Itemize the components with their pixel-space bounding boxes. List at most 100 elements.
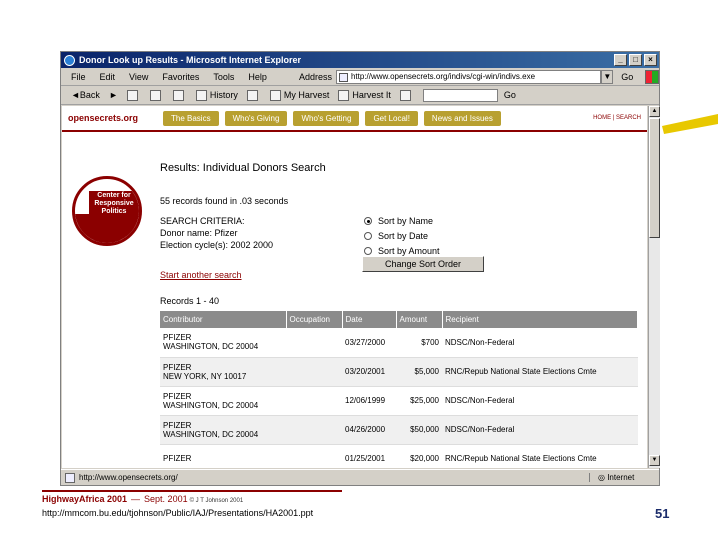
menu-favorites[interactable]: Favorites	[162, 72, 199, 82]
start-another-search-link[interactable]: Start another search	[160, 270, 242, 280]
scroll-up-icon[interactable]: ▲	[649, 106, 660, 117]
menu-edit[interactable]: Edit	[100, 72, 116, 82]
address-text: http://www.opensecrets.org/indivs/cgi-wi…	[350, 71, 536, 81]
back-button[interactable]: ◄ Back	[71, 90, 100, 100]
go-button[interactable]: Go	[621, 72, 633, 82]
status-bar: http://www.opensecrets.org/ ◎ Internet	[61, 469, 659, 485]
forward-button[interactable]: ►	[109, 90, 118, 100]
col-occupation: Occupation	[286, 311, 343, 328]
page-content: opensecrets.org The Basics Who's Giving …	[62, 106, 647, 468]
cell-amount: $50,000	[396, 415, 442, 445]
nav-news-and-issues[interactable]: News and Issues	[423, 110, 501, 126]
vertical-scrollbar[interactable]: ▲ ▼	[648, 106, 660, 468]
sort-by-date-label: Sort by Date	[378, 231, 429, 241]
contributor-name: PFIZER	[163, 333, 192, 343]
close-button[interactable]: ×	[644, 54, 657, 66]
contributor-name: PFIZER	[163, 420, 192, 430]
harvest-it-button[interactable]: Harvest It	[338, 89, 391, 101]
mail-button[interactable]	[246, 89, 261, 101]
footer-caption: HighwayAfrica 2001 — Sept. 2001 © J T Jo…	[42, 494, 243, 504]
contributor-location: WASHINGTON, DC 20004	[163, 342, 259, 352]
cell-recipient: NDSC/Non-Federal	[442, 328, 638, 358]
toolbar-search-input[interactable]	[422, 88, 498, 102]
nav-whos-getting[interactable]: Who's Getting	[293, 110, 360, 126]
toolbar: ◄ Back ► History My Harvest Harvest It G…	[61, 86, 659, 105]
radio-icon	[364, 247, 372, 255]
cell-date: 03/27/2000	[342, 328, 396, 358]
cell-amount: $700	[396, 328, 442, 358]
contributor-name: PFIZER	[163, 362, 192, 372]
search-go-button[interactable]: Go	[504, 90, 516, 100]
cell-date: 03/20/2001	[342, 357, 396, 387]
cell-contributor: PFIZER NEW YORK, NY 10017	[160, 357, 286, 387]
cell-contributor: PFIZER WASHINGTON, DC 20004	[160, 415, 286, 445]
cell-recipient: NDSC/Non-Federal	[442, 415, 638, 445]
menu-bar: File Edit View Favorites Tools Help Addr…	[61, 68, 659, 86]
menu-file[interactable]: File	[71, 72, 86, 82]
refresh-button[interactable]	[149, 89, 164, 101]
scroll-down-icon[interactable]: ▼	[649, 455, 660, 466]
contributor-location: WASHINGTON, DC 20004	[163, 429, 259, 439]
criteria-heading: SEARCH CRITERIA:	[160, 216, 245, 226]
home-button[interactable]	[172, 89, 187, 101]
menu-help[interactable]: Help	[248, 72, 267, 82]
scroll-thumb[interactable]	[649, 118, 660, 238]
menu-view[interactable]: View	[129, 72, 148, 82]
zone-label: Internet	[607, 473, 635, 482]
history-button[interactable]: History	[195, 89, 238, 101]
cell-amount: $20,000	[396, 444, 442, 468]
nav-home-search[interactable]: HOME | SEARCH	[593, 115, 641, 121]
cell-contributor: PFIZER WASHINGTON, DC 20004	[160, 386, 286, 416]
contributor-location: WASHINGTON, DC 20004	[163, 400, 259, 410]
sort-by-amount-label: Sort by Amount	[378, 246, 440, 256]
minimize-button[interactable]: _	[614, 54, 627, 66]
crp-logo-badge: Center for Responsive Politics	[72, 176, 142, 246]
table-row: PFIZER 01/25/2001 $20,000 RNC/Repub Nati…	[160, 444, 638, 468]
site-logo[interactable]: opensecrets.org	[68, 113, 163, 123]
footer-rule	[42, 490, 342, 492]
nav-whos-giving[interactable]: Who's Giving	[224, 110, 288, 126]
radio-icon	[364, 232, 372, 240]
history-icon	[195, 89, 207, 101]
menu-tools[interactable]: Tools	[213, 72, 234, 82]
contributor-name: PFIZER	[163, 454, 192, 463]
nav-get-local[interactable]: Get Local!	[365, 110, 418, 126]
maximize-button[interactable]: □	[629, 54, 642, 66]
footer-date: Sept. 2001	[144, 494, 188, 504]
edit-button[interactable]	[399, 89, 414, 101]
browser-window: Donor Look up Results - Microsoft Intern…	[60, 51, 660, 486]
my-harvest-label: My Harvest	[283, 90, 330, 100]
table-header-row: Contributor Occupation Date Amount Recip…	[160, 311, 638, 328]
footer-url[interactable]: http://mmcom.bu.edu/tjohnson/Public/IAJ/…	[42, 508, 313, 518]
back-arrow-icon: ◄	[71, 90, 80, 100]
cell-date: 12/06/1999	[342, 386, 396, 416]
page-number: 51	[655, 506, 670, 521]
capitol-dome-icon	[75, 214, 139, 243]
results-table: Contributor Occupation Date Amount Recip…	[160, 311, 638, 468]
cell-recipient: NDSC/Non-Federal	[442, 386, 638, 416]
site-header: opensecrets.org The Basics Who's Giving …	[62, 106, 647, 132]
col-recipient: Recipient	[442, 311, 638, 328]
harvest-it-label: Harvest It	[352, 90, 391, 100]
pen-icon	[399, 89, 411, 101]
records-found: 55 records found in .03 seconds	[160, 196, 289, 206]
sort-by-date-radio[interactable]: Sort by Date	[364, 231, 428, 241]
sort-by-name-radio[interactable]: Sort by Name	[364, 216, 433, 226]
address-dropdown-icon[interactable]: ▼	[601, 69, 614, 84]
col-contributor: Contributor	[160, 311, 287, 328]
harvest-icon	[269, 89, 281, 101]
change-sort-order-button[interactable]: Change Sort Order	[362, 256, 484, 272]
address-input[interactable]: http://www.opensecrets.org/indivs/cgi-wi…	[335, 69, 602, 84]
cell-occupation	[286, 357, 342, 387]
sort-by-amount-radio[interactable]: Sort by Amount	[364, 246, 440, 256]
records-range: Records 1 - 40	[160, 296, 220, 306]
table-row: PFIZER WASHINGTON, DC 20004 03/27/2000 $7…	[160, 328, 638, 358]
criteria-donor: Donor name: Pfizer	[160, 228, 238, 238]
table-row: PFIZER WASHINGTON, DC 20004 12/06/1999 $2…	[160, 386, 638, 416]
col-amount: Amount	[396, 311, 443, 328]
my-harvest-button[interactable]: My Harvest	[269, 89, 330, 101]
nav-the-basics[interactable]: The Basics	[163, 110, 219, 126]
stop-button[interactable]	[126, 89, 141, 101]
cell-occupation	[286, 444, 342, 468]
address-label: Address	[298, 71, 332, 82]
